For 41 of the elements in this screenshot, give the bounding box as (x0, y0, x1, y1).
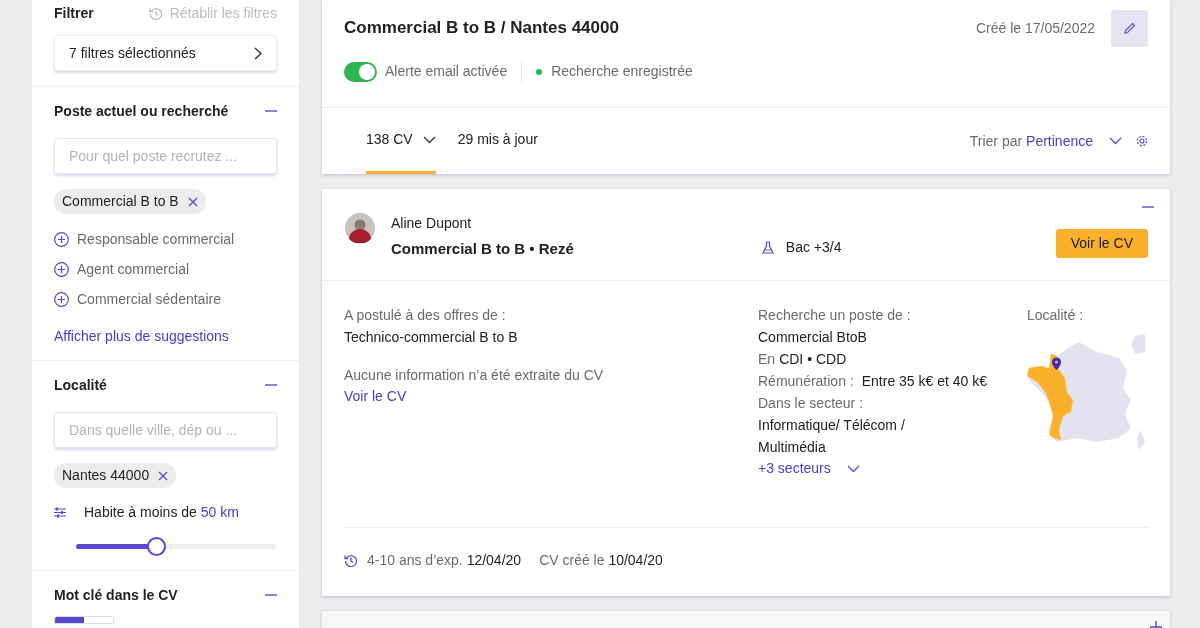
sidebar-title: Filtrer (54, 4, 94, 23)
cv-created-info: CV créé le 10/04/20 (539, 551, 663, 570)
view-cv-link[interactable]: Voir le CV (344, 386, 407, 407)
suggestion-item[interactable]: Agent commercial (54, 258, 277, 280)
view-cv-button[interactable]: Voir le CV (1055, 229, 1148, 258)
no-info-message: Aucune information n’a été extraite du CV (344, 366, 605, 385)
email-alert-label: Alerte email activée (385, 62, 508, 81)
suggestion-item[interactable]: Commercial sédentaire (54, 288, 277, 310)
radius-label: Habite à moins de 50 km (84, 503, 239, 522)
section-title: Localité (54, 375, 107, 395)
candidate-name: Aline Dupont (391, 214, 473, 233)
search-field[interactable]: Pour quel poste recrutez ... (54, 138, 277, 174)
field-label: En (758, 350, 776, 369)
field-value: Entre 35 k€ et 40 k€ (861, 372, 988, 391)
experience-info: 4-10 ans d’exp. 12/04/20 (367, 551, 522, 570)
search-field[interactable]: Dans quelle ville, dép ou ... (54, 412, 277, 448)
created-date: Créé le 17/05/2022 (975, 18, 1095, 38)
education-level: Bac +3/4 (785, 238, 842, 257)
chip-label: Nantes 44000 (62, 466, 150, 485)
filters-button[interactable]: 7 filtres sélectionnés (54, 35, 277, 71)
results-tab[interactable]: 138 CV (366, 108, 436, 174)
field-value: CDI • CDD (779, 350, 847, 369)
field-label: Rémunération : (758, 372, 854, 391)
section-title: Poste actuel ou recherché (54, 101, 229, 121)
field-label: Dans le secteur : (758, 394, 865, 413)
sort-dropdown[interactable]: Trier par Pertinence (969, 130, 1122, 152)
field-value: Commercial BtoB (758, 328, 868, 347)
candidate-headline: Commercial B to B • Rezé (391, 239, 574, 259)
saved-search-status: Recherche enregistrée (551, 62, 693, 81)
suggestion-item[interactable]: Responsable commercial (54, 228, 277, 250)
more-suggestions-link[interactable]: Afficher plus de suggestions (54, 326, 229, 347)
search-title: Commercial B to B / Nantes 44000 (344, 17, 619, 40)
field-label: Localité : (1027, 306, 1085, 325)
results-tab[interactable]: 29 mis à jour (457, 108, 538, 174)
field-value: Informatique/ Télécom / Multimédia (758, 416, 906, 457)
field-label: Recherche un poste de : (758, 306, 912, 325)
chip-label: Commercial B to B (62, 192, 179, 211)
field-label: A postulé à des offres de : (344, 306, 507, 325)
field-value: Technico-commercial B to B (344, 328, 519, 347)
more-sectors-link[interactable]: +3 secteurs (758, 458, 860, 479)
section-title: Mot clé dans le CV (54, 585, 178, 605)
